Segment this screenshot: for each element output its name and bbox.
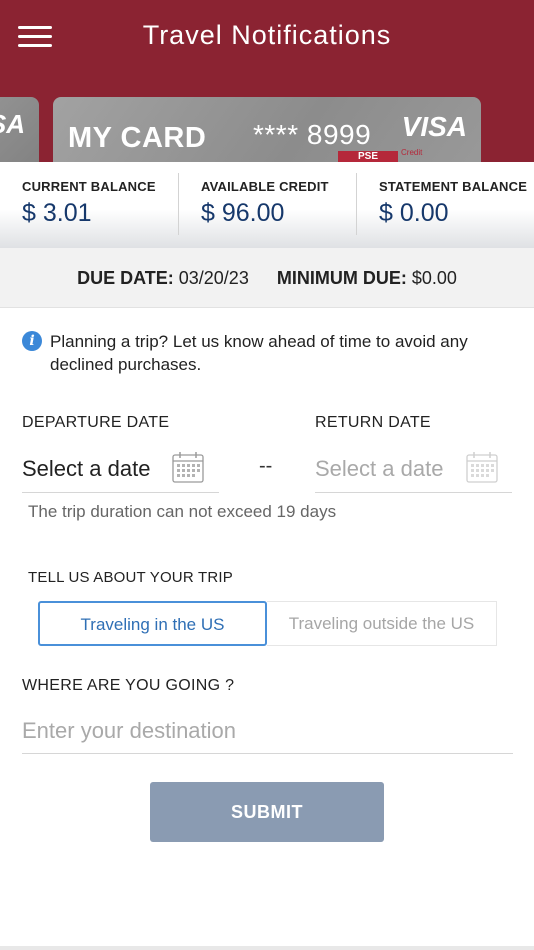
destination-input[interactable] bbox=[22, 708, 513, 754]
card-number: **** 8999 bbox=[253, 119, 372, 150]
current-balance-value: $ 3.01 bbox=[22, 199, 92, 227]
calendar-icon bbox=[466, 452, 498, 483]
departure-date-label: DEPARTURE DATE bbox=[22, 414, 170, 431]
statement-balance: STATEMENT BALANCE $ 0.00 bbox=[356, 173, 534, 235]
info-text: Planning a trip? Let us know ahead of ti… bbox=[50, 332, 468, 374]
card-carousel[interactable]: SA MY CARD **** 8999 VISA PSE Credit bbox=[0, 76, 534, 162]
available-credit-label: AVAILABLE CREDIT bbox=[201, 179, 329, 194]
return-date-label: RETURN DATE bbox=[315, 414, 431, 431]
return-date-picker[interactable]: Select a date bbox=[315, 443, 512, 493]
due-date-label: DUE DATE: bbox=[77, 268, 174, 288]
return-date-value: Select a date bbox=[315, 456, 444, 481]
selected-card[interactable]: MY CARD **** 8999 VISA PSE Credit bbox=[53, 97, 481, 162]
current-balance: CURRENT BALANCE $ 3.01 bbox=[0, 162, 178, 248]
destination-label: WHERE ARE YOU GOING ? bbox=[22, 677, 235, 694]
minimum-due-label: MINIMUM DUE: bbox=[276, 268, 407, 288]
trip-type-label: TELL US ABOUT YOUR TRIP bbox=[28, 569, 233, 586]
date-range-separator: -- bbox=[259, 455, 273, 477]
bottom-divider bbox=[0, 946, 534, 950]
bank-logo: PSE bbox=[338, 151, 398, 162]
submit-button[interactable]: SUBMIT bbox=[150, 782, 384, 842]
trip-duration-hint: The trip duration can not exceed 19 days bbox=[28, 502, 337, 521]
visa-logo: VISA bbox=[401, 111, 467, 142]
bank-logo-subtext: Credit bbox=[401, 148, 423, 157]
statement-balance-value: $ 0.00 bbox=[379, 199, 449, 227]
current-balance-label: CURRENT BALANCE bbox=[22, 179, 156, 194]
previous-card-network-logo: SA bbox=[0, 109, 25, 139]
available-credit-value: $ 96.00 bbox=[201, 199, 285, 227]
departure-date-value: Select a date bbox=[22, 456, 151, 481]
app-header: Travel Notifications bbox=[0, 0, 534, 76]
due-date-bar: DUE DATE: 03/20/23 MINIMUM DUE: $0.00 bbox=[0, 248, 534, 308]
calendar-icon bbox=[172, 452, 204, 483]
page-title: Travel Notifications bbox=[142, 20, 392, 50]
previous-card[interactable]: SA bbox=[0, 97, 39, 162]
statement-balance-label: STATEMENT BALANCE bbox=[379, 179, 528, 194]
departure-date-picker[interactable]: Select a date bbox=[22, 443, 219, 493]
card-name: MY CARD bbox=[68, 122, 207, 154]
traveling-outside-us-option[interactable]: Traveling outside the US bbox=[267, 601, 497, 646]
traveling-in-us-option[interactable]: Traveling in the US bbox=[38, 601, 267, 646]
minimum-due-value: $0.00 bbox=[411, 268, 457, 288]
due-date-value: 03/20/23 bbox=[178, 268, 249, 288]
info-icon: i bbox=[22, 331, 42, 351]
available-credit: AVAILABLE CREDIT $ 96.00 bbox=[178, 173, 356, 235]
balance-summary: CURRENT BALANCE $ 3.01 AVAILABLE CREDIT … bbox=[0, 162, 534, 248]
